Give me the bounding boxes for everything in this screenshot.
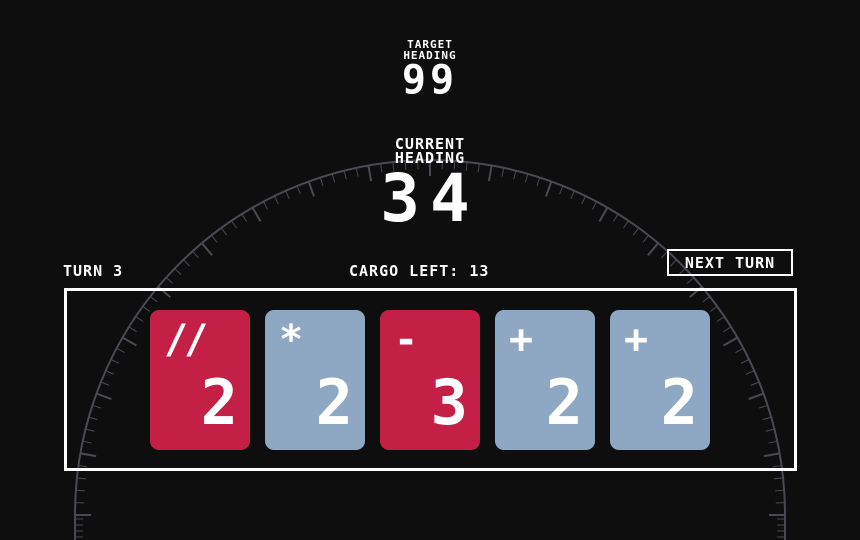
dial-tick — [598, 207, 609, 222]
dial-tick — [75, 489, 85, 492]
dial-tick — [647, 242, 659, 256]
dial-tick — [220, 227, 228, 236]
card-2[interactable]: * 2 — [265, 310, 365, 450]
cargo-left-counter: CARGO LEFT: 13 — [349, 262, 490, 280]
dial-tick — [251, 207, 262, 222]
dial-tick — [174, 268, 182, 276]
card-4[interactable]: + 2 — [495, 310, 595, 450]
dial-tick — [201, 242, 213, 256]
dial-tick — [581, 195, 587, 205]
dial-tick — [192, 250, 199, 259]
card-value: 3 — [430, 366, 468, 439]
dial-tick — [642, 234, 649, 243]
dial-tick — [165, 277, 174, 284]
dial-tick — [296, 185, 301, 195]
card-value: 2 — [200, 366, 238, 439]
card-operator: - — [394, 317, 418, 363]
card-value: 2 — [660, 366, 698, 439]
dial-tick — [686, 277, 695, 284]
dial-tick — [76, 477, 86, 480]
dial-tick — [545, 181, 553, 197]
dial-tick — [591, 201, 598, 210]
dial-tick — [774, 477, 784, 480]
dial-tick — [211, 234, 218, 243]
turn-counter: TURN 3 — [63, 262, 124, 280]
card-3[interactable]: - 3 — [380, 310, 480, 450]
card-operator: * — [279, 317, 303, 363]
dial-tick — [536, 177, 541, 187]
card-operator: // — [164, 317, 208, 363]
card-value: 2 — [545, 366, 583, 439]
card-value: 2 — [315, 366, 353, 439]
dial-tick — [241, 213, 248, 222]
card-operator: + — [509, 317, 533, 363]
target-heading-value: 99 — [401, 57, 459, 103]
dial-tick — [623, 220, 629, 229]
dial-tick — [273, 195, 279, 205]
dial-tick — [632, 227, 640, 236]
card-operator: + — [624, 317, 648, 363]
dial-tick — [262, 201, 269, 210]
next-turn-button[interactable]: NEXT TURN — [667, 249, 793, 276]
dial-tick — [612, 213, 619, 222]
card-5[interactable]: + 2 — [610, 310, 710, 450]
dial-tick — [231, 220, 237, 229]
dial-tick — [307, 181, 315, 197]
dial-tick — [559, 185, 564, 195]
card-1[interactable]: // 2 — [150, 310, 250, 450]
dial-tick — [183, 259, 191, 267]
current-heading-value: 34 — [380, 160, 480, 237]
dial-tick — [319, 177, 324, 187]
dial-tick — [775, 489, 785, 492]
dial-tick — [285, 190, 290, 200]
dial-tick — [570, 190, 575, 200]
